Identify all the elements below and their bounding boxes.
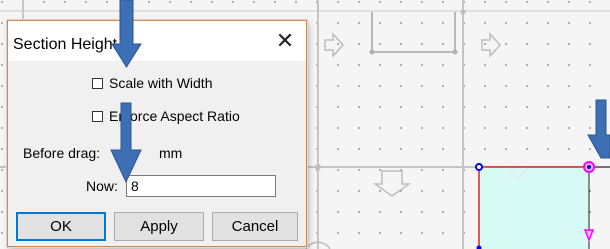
dialog-titlebar[interactable]: Section Height ✕ — [8, 21, 306, 61]
close-icon[interactable]: ✕ — [272, 30, 298, 54]
connector-node — [369, 49, 375, 55]
before-drag-label: Before drag: — [23, 145, 101, 161]
now-input[interactable] — [126, 175, 276, 197]
scale-with-width-checkbox[interactable]: Scale with Width — [92, 75, 212, 91]
selection-handle[interactable] — [475, 163, 483, 171]
scale-with-width-label: Scale with Width — [109, 75, 213, 91]
cancel-button[interactable]: Cancel — [212, 212, 298, 241]
before-drag-value: mm — [159, 145, 183, 161]
enforce-aspect-ratio-checkbox[interactable]: Enforce Aspect Ratio — [92, 108, 240, 124]
connector-node — [452, 49, 458, 55]
checkbox-box[interactable] — [92, 110, 103, 122]
now-label: Now: — [86, 178, 118, 194]
ok-button[interactable]: OK — [16, 212, 106, 241]
enforce-aspect-ratio-label: Enforce Aspect Ratio — [109, 108, 240, 124]
apply-button[interactable]: Apply — [114, 212, 204, 241]
dialog-title: Section Height — [13, 36, 118, 53]
checkbox-box[interactable] — [92, 77, 103, 89]
section-height-dialog: Section Height ✕ Scale with Width Enforc… — [7, 20, 307, 247]
